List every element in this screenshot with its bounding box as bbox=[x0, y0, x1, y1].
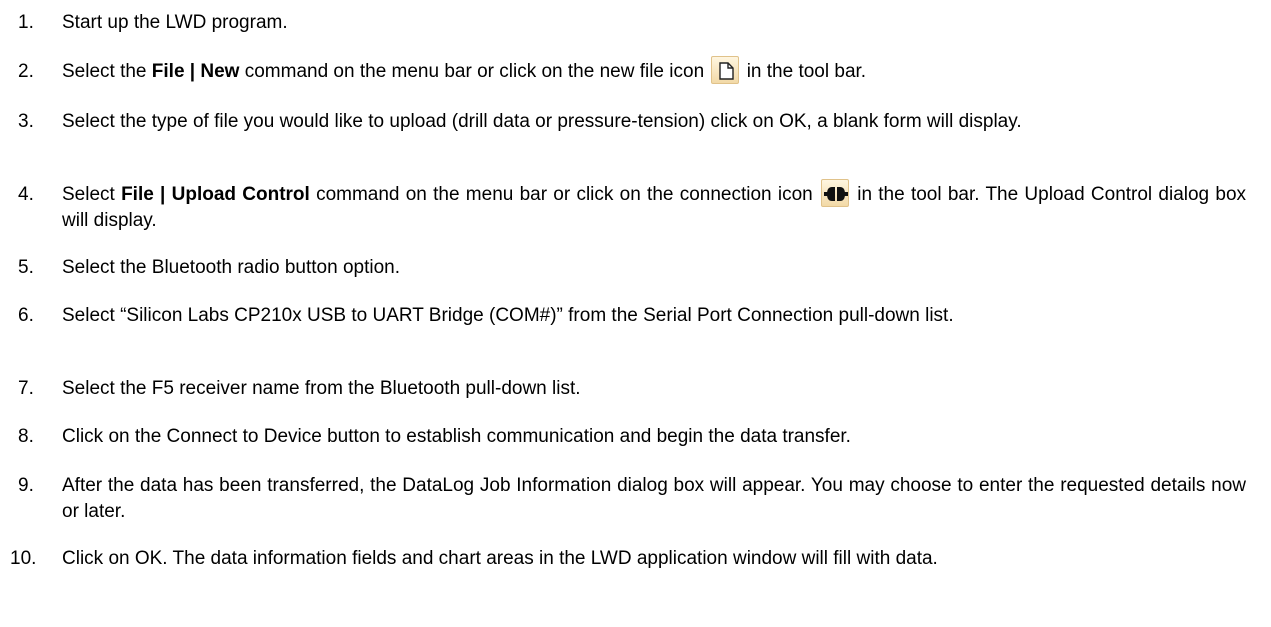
step-text: Select “Silicon Labs CP210x USB to UART … bbox=[62, 305, 954, 326]
connection-icon bbox=[820, 178, 849, 207]
step-number: 5. bbox=[18, 257, 34, 278]
step-text: Select the type of file you would like t… bbox=[62, 111, 1022, 132]
new-file-icon bbox=[711, 55, 740, 84]
instructions-document: 1. Start up the LWD program. 2. Select t… bbox=[0, 0, 1271, 627]
step-number: 7. bbox=[18, 378, 34, 399]
step-text: Click on OK. The data information fields… bbox=[62, 548, 938, 569]
step-text: Select the Bluetooth radio button option… bbox=[62, 257, 401, 278]
step-text: Select the F5 receiver name from the Blu… bbox=[62, 378, 581, 399]
step-text: Select the File | New command on the men… bbox=[62, 55, 1246, 85]
step-number: 2. bbox=[18, 61, 34, 82]
menu-command: File | New bbox=[151, 61, 240, 82]
step-number: 9. bbox=[18, 475, 34, 496]
step-number: 10. bbox=[10, 548, 37, 569]
step-number: 8. bbox=[18, 426, 34, 447]
step-text: After the data has been transferred, the… bbox=[62, 475, 1246, 522]
step-number: 6. bbox=[18, 305, 34, 326]
step-number: 3. bbox=[18, 111, 34, 132]
step-number: 4. bbox=[18, 184, 34, 205]
menu-command: File | Upload Control bbox=[121, 184, 310, 205]
step-text: Start up the LWD program. bbox=[62, 12, 288, 33]
step-text: Select File | Upload Control command on … bbox=[62, 178, 1246, 234]
step-text: Click on the Connect to Device button to… bbox=[62, 426, 851, 447]
step-number: 1. bbox=[18, 12, 34, 33]
